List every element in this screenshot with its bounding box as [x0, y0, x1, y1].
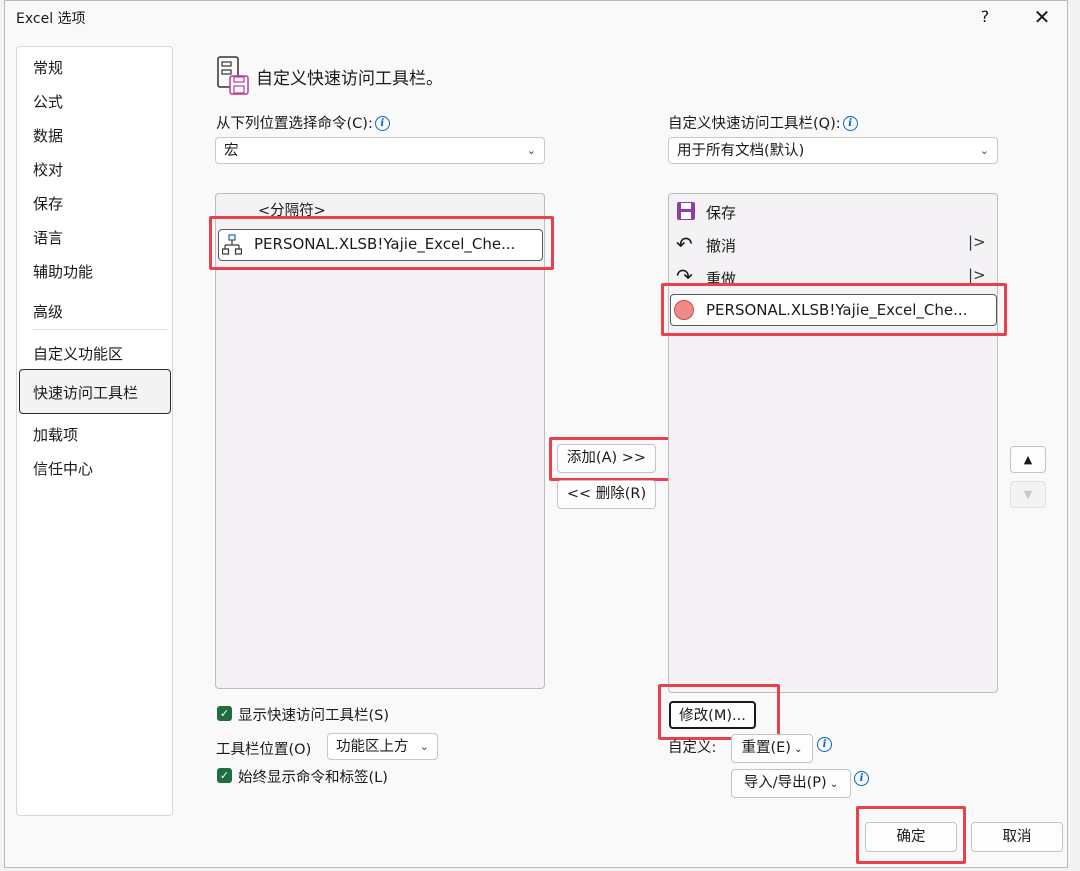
- remove-button[interactable]: << 删除(R): [557, 480, 656, 509]
- customize-qat-value: 用于所有文档(默认): [677, 143, 805, 159]
- undo-icon: ↶: [676, 232, 693, 256]
- submenu-arrow-icon: |>: [968, 233, 986, 251]
- nav-item-accessibility[interactable]: 辅助功能: [33, 261, 93, 282]
- info-icon[interactable]: i: [842, 116, 858, 131]
- close-button[interactable]: ✕: [1028, 4, 1056, 30]
- nav-item-customize-ribbon[interactable]: 自定义功能区: [33, 343, 123, 364]
- info-icon[interactable]: i: [817, 734, 832, 753]
- highlight-box-add: [549, 437, 675, 481]
- nav-item-trust-center[interactable]: 信任中心: [33, 458, 93, 479]
- show-qat-label: 显示快速访问工具栏(S): [238, 708, 390, 724]
- choose-commands-dropdown[interactable]: 宏 ⌄: [215, 137, 545, 164]
- move-down-button[interactable]: ▼: [1010, 481, 1046, 508]
- info-icon[interactable]: i: [854, 768, 869, 787]
- chevron-down-icon: ⌄: [979, 144, 989, 157]
- highlight-box-ok: [856, 806, 966, 864]
- customize-label: 自定义:: [668, 740, 717, 756]
- import-export-button[interactable]: 导入/导出(P) ⌄: [731, 769, 851, 798]
- nav-item-formulas[interactable]: 公式: [33, 91, 63, 112]
- toolbar-position-label: 工具栏位置(O): [216, 742, 312, 758]
- save-icon: [676, 201, 696, 221]
- reset-button[interactable]: 重置(E) ⌄: [731, 734, 813, 763]
- chevron-down-icon: ⌄: [790, 744, 803, 755]
- customize-qat-label: 自定义快速访问工具栏(Q): i: [668, 112, 858, 133]
- highlight-box-qat-item: [661, 283, 1007, 336]
- nav-item-advanced[interactable]: 高级: [33, 301, 63, 322]
- customize-qat-text: 自定义快速访问工具栏(Q):: [668, 116, 841, 132]
- toolbar-position-value: 功能区上方: [336, 739, 409, 755]
- qat-item-undo[interactable]: 撤消: [706, 235, 736, 256]
- nav-item-quick-access-toolbar[interactable]: 快速访问工具栏: [33, 382, 138, 403]
- choose-commands-text: 从下列位置选择命令(C):: [216, 116, 373, 132]
- choose-commands-value: 宏: [224, 143, 239, 159]
- page-heading: 自定义快速访问工具栏。: [256, 69, 443, 89]
- quick-access-toolbar-icon: [216, 56, 250, 96]
- nav-item-save[interactable]: 保存: [33, 193, 63, 214]
- submenu-arrow-icon: |>: [968, 266, 986, 284]
- qat-item-save[interactable]: 保存: [706, 202, 736, 223]
- toolbar-position-dropdown[interactable]: 功能区上方 ⌄: [327, 733, 438, 760]
- chevron-down-icon: ⌄: [419, 740, 429, 753]
- always-show-labels-label: 始终显示命令和标签(L): [238, 770, 388, 786]
- dialog-title: Excel 选项: [16, 11, 86, 27]
- chevron-down-icon: ⌄: [826, 779, 839, 790]
- highlight-box-command: [209, 216, 554, 270]
- move-up-button[interactable]: ▲: [1010, 446, 1046, 473]
- nav-item-general[interactable]: 常规: [33, 57, 63, 78]
- nav-item-proofing[interactable]: 校对: [33, 159, 63, 180]
- info-icon[interactable]: i: [374, 116, 390, 131]
- cancel-button[interactable]: 取消: [971, 822, 1063, 852]
- import-export-label: 导入/导出(P): [743, 775, 827, 791]
- nav-item-language[interactable]: 语言: [33, 227, 63, 248]
- options-nav: 常规 公式 数据 校对 保存 语言 辅助功能 高级 自定义功能区 快速访问工具栏…: [16, 46, 173, 816]
- chevron-down-icon: ⌄: [526, 144, 536, 157]
- customize-qat-dropdown[interactable]: 用于所有文档(默认) ⌄: [668, 137, 998, 164]
- show-qat-checkbox[interactable]: ✓: [217, 706, 232, 721]
- nav-separator: [33, 329, 167, 330]
- choose-commands-label: 从下列位置选择命令(C): i: [216, 112, 390, 133]
- nav-item-data[interactable]: 数据: [33, 125, 63, 146]
- help-button[interactable]: ?: [974, 4, 996, 30]
- highlight-box-modify: [658, 684, 780, 740]
- nav-item-addins[interactable]: 加载项: [33, 424, 78, 445]
- reset-button-label: 重置(E): [741, 740, 791, 756]
- always-show-labels-checkbox[interactable]: ✓: [217, 768, 232, 783]
